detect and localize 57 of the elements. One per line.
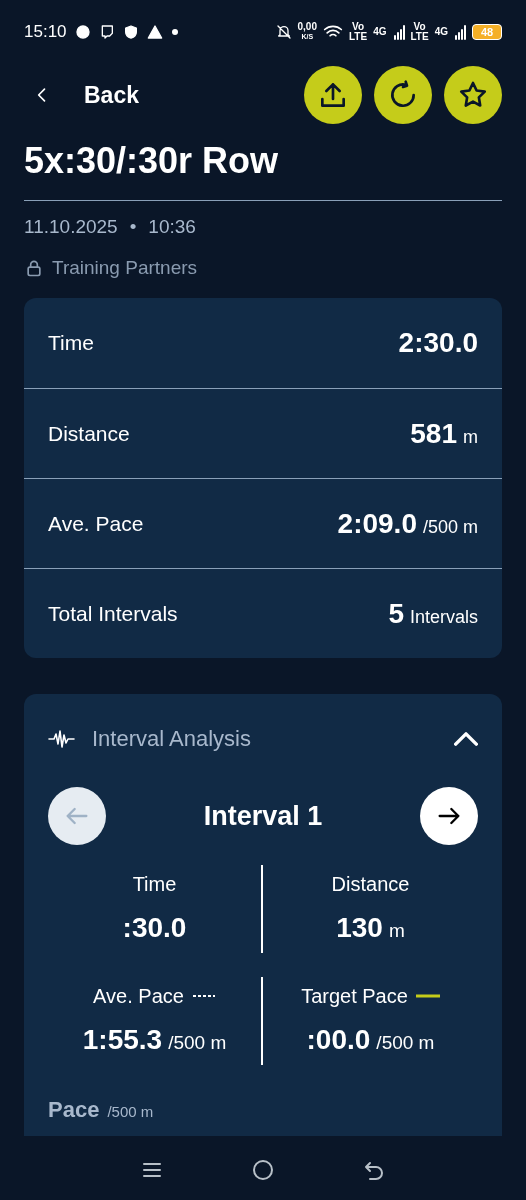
warning-icon bbox=[146, 24, 163, 40]
stat-value: 2:09.0 bbox=[337, 506, 417, 541]
lte-text: LTE bbox=[410, 32, 429, 42]
stat-label: Distance bbox=[48, 420, 130, 447]
network-text: 4G bbox=[434, 27, 448, 37]
volte-text: Vo bbox=[352, 22, 365, 32]
metric-label: Distance bbox=[331, 872, 410, 897]
metric-value: 1:55.3 bbox=[82, 1023, 163, 1057]
share-button[interactable] bbox=[304, 66, 362, 124]
workout-time: 10:36 bbox=[148, 215, 196, 239]
back-button[interactable]: Back bbox=[24, 77, 139, 113]
metric-value: :00.0 bbox=[306, 1023, 371, 1057]
chart-unit: /500 m bbox=[107, 1102, 154, 1122]
home-icon[interactable] bbox=[251, 1158, 275, 1182]
stat-value: 581 bbox=[410, 416, 457, 451]
next-interval-button[interactable] bbox=[420, 787, 478, 845]
stat-unit: m bbox=[463, 425, 478, 449]
dot-icon bbox=[170, 28, 179, 36]
interval-title: Interval 1 bbox=[203, 799, 323, 833]
metric-label: Ave. Pace bbox=[93, 984, 184, 1009]
chart-title: Pace bbox=[48, 1096, 100, 1124]
metric-unit: /500 m bbox=[376, 1031, 435, 1055]
dashed-line-icon bbox=[191, 994, 216, 998]
stat-label: Time bbox=[48, 330, 94, 357]
metric-label: Time bbox=[132, 872, 177, 897]
waveform-icon bbox=[48, 728, 76, 749]
lte-text: LTE bbox=[349, 32, 368, 42]
network-text: 4G bbox=[373, 27, 387, 37]
metric-value: :30.0 bbox=[122, 911, 187, 945]
speed-text: 0,00 bbox=[297, 22, 317, 32]
metric-unit: m bbox=[388, 919, 405, 943]
metric-unit: /500 m bbox=[168, 1031, 227, 1055]
visibility-label: Training Partners bbox=[52, 255, 198, 280]
stat-label: Ave. Pace bbox=[48, 510, 144, 537]
chat-icon bbox=[74, 24, 91, 40]
metric-value: 130 bbox=[336, 911, 383, 945]
battery-indicator: 48 bbox=[472, 24, 502, 40]
separator-dot: • bbox=[129, 215, 137, 239]
shield-icon bbox=[122, 24, 139, 40]
stat-value: 2:30.0 bbox=[398, 326, 478, 360]
section-title: Interval Analysis bbox=[92, 725, 251, 753]
signal-icon bbox=[392, 24, 405, 40]
favorite-button[interactable] bbox=[444, 66, 502, 124]
volte-text: Vo bbox=[413, 22, 426, 32]
muted-bell-icon bbox=[275, 24, 292, 40]
workout-date: 11.10.2025 bbox=[24, 215, 118, 239]
signal-icon bbox=[454, 24, 466, 40]
stat-unit: /500 m bbox=[422, 515, 478, 539]
clock: 15:10 bbox=[24, 21, 67, 44]
collapse-button[interactable] bbox=[454, 731, 478, 746]
metric-label: Target Pace bbox=[301, 984, 408, 1009]
workout-title: 5x:30/:30r Row bbox=[24, 139, 280, 183]
stat-unit: Intervals bbox=[409, 605, 478, 629]
refresh-button[interactable] bbox=[374, 66, 432, 124]
chevron-up-icon bbox=[454, 731, 478, 746]
stat-label: Total Intervals bbox=[48, 600, 178, 627]
stat-value: 5 bbox=[388, 596, 404, 631]
